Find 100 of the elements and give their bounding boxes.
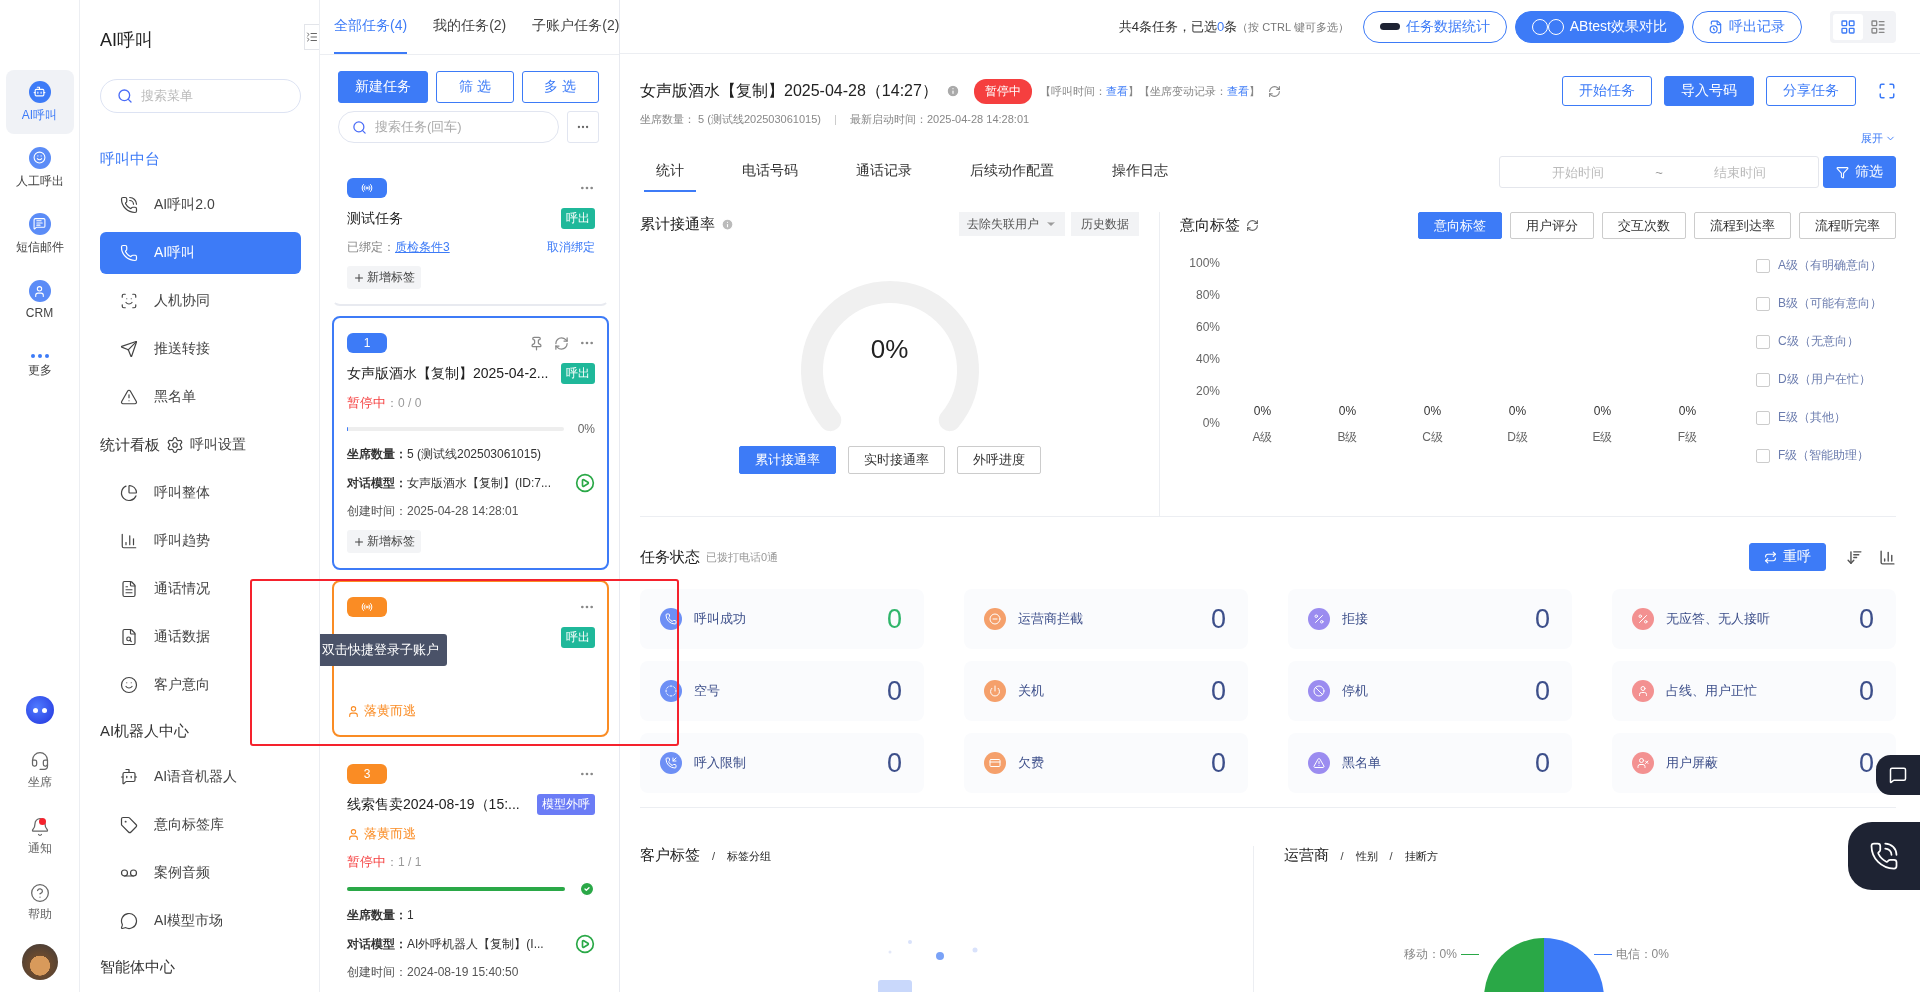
menu-item[interactable]: 呼叫设置 xyxy=(166,424,246,466)
expand-link[interactable]: 展开 xyxy=(1861,131,1896,146)
binding-link[interactable]: 质检条件3 xyxy=(395,240,450,254)
tab[interactable]: 后续动作配置 xyxy=(958,152,1066,192)
menu-item[interactable]: AI呼叫2.0 xyxy=(100,184,301,226)
fullscreen-icon[interactable] xyxy=(1878,82,1896,100)
section-tab[interactable]: 性别 xyxy=(1355,849,1378,864)
tab[interactable]: 统计 xyxy=(644,152,696,192)
tab[interactable]: 操作日志 xyxy=(1100,152,1180,192)
task-action-button[interactable]: 多 选 xyxy=(521,71,599,103)
menu-item[interactable]: 黑名单 xyxy=(100,376,301,418)
toolbar-button[interactable]: ABtest效果对比 xyxy=(1514,10,1684,43)
info-icon[interactable] xyxy=(721,217,734,231)
menu-item[interactable]: 呼叫整体 xyxy=(100,472,301,514)
checkbox[interactable] xyxy=(1756,410,1770,425)
rail-item[interactable]: 短信邮件 xyxy=(5,202,74,266)
task-action-button[interactable]: 新建任务 xyxy=(338,71,428,103)
legend-item[interactable]: E级（其他） xyxy=(1756,409,1896,426)
bar-chart-icon[interactable] xyxy=(1879,548,1896,566)
legend-item[interactable]: F级（智能助理） xyxy=(1756,447,1896,464)
legend-item[interactable]: A级（有明确意向） xyxy=(1756,257,1896,274)
toolbar-button[interactable]: 任务数据统计 xyxy=(1362,10,1507,43)
task-tab[interactable]: 子账户任务(2) xyxy=(532,0,619,54)
checkbox[interactable] xyxy=(1756,448,1770,463)
rail-item[interactable]: AI呼叫 xyxy=(5,70,74,134)
menu-item[interactable]: AI模型市场 xyxy=(100,900,301,942)
play-icon[interactable] xyxy=(575,473,595,493)
face-scan-icon xyxy=(120,292,138,310)
checkbox[interactable] xyxy=(1756,372,1770,387)
toolbar-button[interactable]: 呼出记录 xyxy=(1692,10,1802,43)
task-tab[interactable]: 全部任务(4) xyxy=(334,0,408,54)
warning-icon xyxy=(120,388,138,406)
refresh-icon[interactable] xyxy=(554,335,569,351)
call-assistant-button[interactable] xyxy=(1848,822,1920,890)
view-link[interactable]: 查看 xyxy=(1226,84,1249,97)
tab[interactable]: 通话记录 xyxy=(844,152,924,192)
chart-tab[interactable]: 用户评分 xyxy=(1510,212,1594,239)
add-tag-button[interactable]: 新增标签 xyxy=(347,530,421,553)
section-tab[interactable]: 标签分组 xyxy=(727,849,772,864)
user-avatar[interactable] xyxy=(21,944,58,980)
unbind-link[interactable]: 取消绑定 xyxy=(547,239,595,256)
menu-item[interactable]: 案例音频 xyxy=(100,852,301,894)
play-icon[interactable] xyxy=(575,934,595,954)
refresh-icon[interactable] xyxy=(1246,219,1259,232)
task-tab[interactable]: 我的任务(2) xyxy=(433,0,507,54)
feedback-button[interactable] xyxy=(1876,755,1920,795)
task-header-button[interactable]: 导入号码 xyxy=(1664,76,1754,106)
chart-tab[interactable]: 意向标签 xyxy=(1418,212,1502,239)
menu-item[interactable]: 推送转接 xyxy=(100,328,301,370)
add-tag-button[interactable]: 新增标签 xyxy=(347,266,421,289)
tab[interactable]: 电话号码 xyxy=(730,152,810,192)
seats-value: 5 (测试线202503061015) xyxy=(407,447,542,461)
chart-tab[interactable]: 流程到达率 xyxy=(1694,212,1791,239)
rail-item[interactable]: 帮助 xyxy=(27,870,52,936)
mode-button[interactable]: 累计接通率 xyxy=(738,446,836,474)
menu-item[interactable]: 人机协同 xyxy=(100,280,301,322)
chart-tab[interactable]: 交互次数 xyxy=(1602,212,1686,239)
rail-item[interactable]: 坐席 xyxy=(27,738,52,804)
filter-dropdown[interactable]: 去除失联用户 xyxy=(959,212,1065,236)
recall-button[interactable]: 重呼 xyxy=(1749,543,1826,571)
menu-item[interactable]: AI呼叫 xyxy=(100,232,301,274)
collapse-button[interactable] xyxy=(304,24,319,50)
task-header-button[interactable]: 分享任务 xyxy=(1766,76,1856,106)
rail-item[interactable]: CRM xyxy=(5,268,74,332)
filter-button[interactable]: 筛选 xyxy=(1823,156,1896,188)
view-link[interactable]: 查看 xyxy=(1105,84,1128,97)
task-header-button[interactable]: 开始任务 xyxy=(1562,76,1652,106)
refresh-icon[interactable] xyxy=(1267,84,1281,98)
checkbox[interactable] xyxy=(1756,296,1770,311)
status-count: 0 xyxy=(1534,675,1550,707)
menu-item[interactable]: AI语音机器人 xyxy=(100,756,301,798)
legend-item[interactable]: C级（无意向） xyxy=(1756,333,1896,350)
mode-button[interactable]: 实时接通率 xyxy=(847,446,945,474)
message-icon xyxy=(1889,766,1907,784)
rail-item[interactable]: 更多 xyxy=(5,334,74,398)
grid-view-button[interactable] xyxy=(1833,13,1863,40)
rail-item[interactable]: 通知 xyxy=(27,804,52,870)
legend-item[interactable]: D级（用户在忙） xyxy=(1756,371,1896,388)
sort-icon[interactable] xyxy=(1846,548,1863,566)
checkbox[interactable] xyxy=(1756,258,1770,273)
chart-tab[interactable]: 流程听完率 xyxy=(1799,212,1896,239)
end-date-field[interactable]: 结束时间 xyxy=(1662,163,1818,181)
section-tab[interactable]: 运营商 xyxy=(1283,846,1329,865)
pin-icon[interactable] xyxy=(529,335,544,351)
task-card[interactable]: 1 女声版酒水【复制】2025-04-2... 呼出 暂停中：0 / 0 0% 坐席数量：5 (测试线202503061015) 对话模型：女声版酒水【复制】(ID:7... 创建时间：2025-04-28 14:28:01 新增标签 xyxy=(332,316,609,570)
menu-item[interactable]: 意向标签库 xyxy=(100,804,301,846)
menu-item[interactable]: 通话情况 xyxy=(100,568,301,610)
checkbox[interactable] xyxy=(1756,334,1770,349)
rail-item[interactable]: 人工呼出 xyxy=(5,136,74,200)
mode-button[interactable]: 外呼进度 xyxy=(956,446,1041,474)
section-tab[interactable]: 客户标签 xyxy=(640,846,700,865)
menu-item[interactable]: 呼叫趋势 xyxy=(100,520,301,562)
section-tab[interactable]: 挂断方 xyxy=(1404,849,1438,864)
start-date-field[interactable]: 开始时间 xyxy=(1500,163,1656,181)
info-icon[interactable] xyxy=(945,84,960,98)
menu-item[interactable]: 通话数据 xyxy=(100,616,301,658)
legend-item[interactable]: B级（可能有意向） xyxy=(1756,295,1896,312)
menu-item[interactable]: 客户意向 xyxy=(100,664,301,706)
task-action-button[interactable]: 筛 选 xyxy=(436,71,514,103)
history-button[interactable]: 历史数据 xyxy=(1071,212,1139,236)
